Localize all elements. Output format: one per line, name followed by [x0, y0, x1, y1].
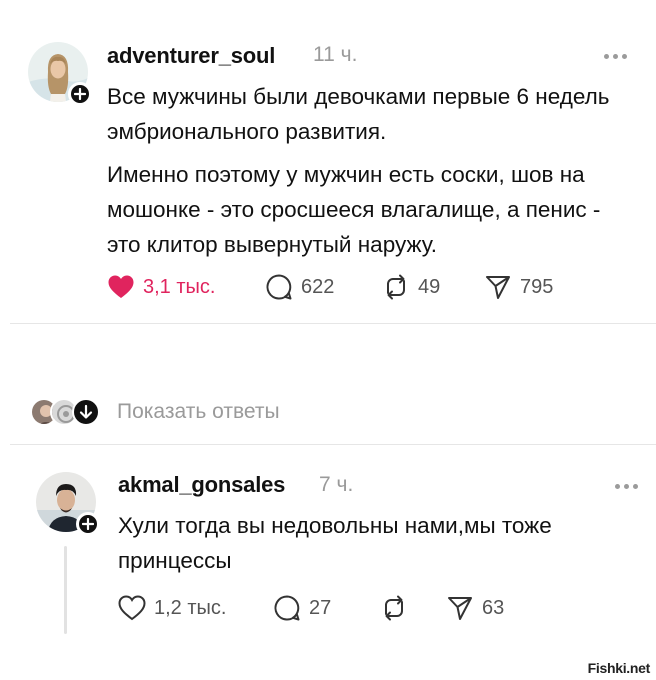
arrow-down-icon: [72, 398, 100, 426]
reply-time: 7 ч.: [319, 473, 354, 496]
share-icon: [448, 597, 472, 620]
share-icon: [486, 276, 510, 299]
follow-button[interactable]: [68, 82, 92, 106]
plus-icon: [82, 518, 94, 530]
share-count: 795: [520, 275, 554, 298]
repost-button[interactable]: 49: [382, 272, 440, 302]
post-author-avatar-wrap[interactable]: [28, 42, 92, 106]
heart-icon: [118, 595, 146, 621]
plus-icon: [74, 88, 86, 100]
reply-actions: 1,2 тыс. 27 63: [118, 593, 618, 623]
comment-count: 27: [309, 596, 332, 619]
reply-text: Хули тогда вы недовольны нами,мы тоже пр…: [118, 513, 552, 573]
divider: [10, 444, 656, 445]
share-button[interactable]: 63: [446, 593, 504, 623]
like-count: 1,2 тыс.: [154, 596, 227, 619]
comment-icon: [266, 274, 292, 300]
more-icon[interactable]: [615, 482, 641, 490]
post-time: 11 ч.: [313, 43, 358, 66]
comment-icon: [274, 595, 300, 621]
repost-button[interactable]: [380, 593, 408, 623]
reply-avatars[interactable]: [30, 398, 100, 426]
like-count: 3,1 тыс.: [143, 275, 216, 298]
more-icon[interactable]: [604, 52, 630, 60]
heart-icon: [108, 275, 134, 298]
thread-line: [64, 546, 67, 634]
like-button[interactable]: 1,2 тыс.: [118, 593, 226, 623]
comment-button[interactable]: 622: [265, 272, 334, 302]
divider: [10, 323, 656, 324]
follow-button[interactable]: [76, 512, 100, 536]
repost-count: 49: [418, 275, 441, 298]
repost-icon: [387, 274, 405, 300]
post-paragraph: Именно поэтому у мужчин есть соски, шов …: [107, 162, 601, 257]
show-replies-link[interactable]: Показать ответы: [117, 400, 280, 424]
share-count: 63: [482, 596, 505, 619]
comment-button[interactable]: 27: [273, 593, 331, 623]
comment-count: 622: [301, 275, 335, 298]
reply-username[interactable]: akmal_gonsales: [118, 472, 285, 498]
post-username[interactable]: adventurer_soul: [107, 43, 275, 69]
repost-icon: [385, 595, 403, 621]
reply-author-avatar-wrap[interactable]: [36, 472, 100, 536]
share-button[interactable]: 795: [484, 272, 553, 302]
post-actions: 3,1 тыс. 622 49 795: [107, 272, 627, 302]
like-button[interactable]: 3,1 тыс.: [107, 272, 215, 302]
watermark: Fishki.net: [587, 660, 651, 676]
post-paragraph: Все мужчины были девочками первые 6 неде…: [107, 84, 610, 144]
post-text: Все мужчины были девочками первые 6 неде…: [107, 79, 627, 262]
